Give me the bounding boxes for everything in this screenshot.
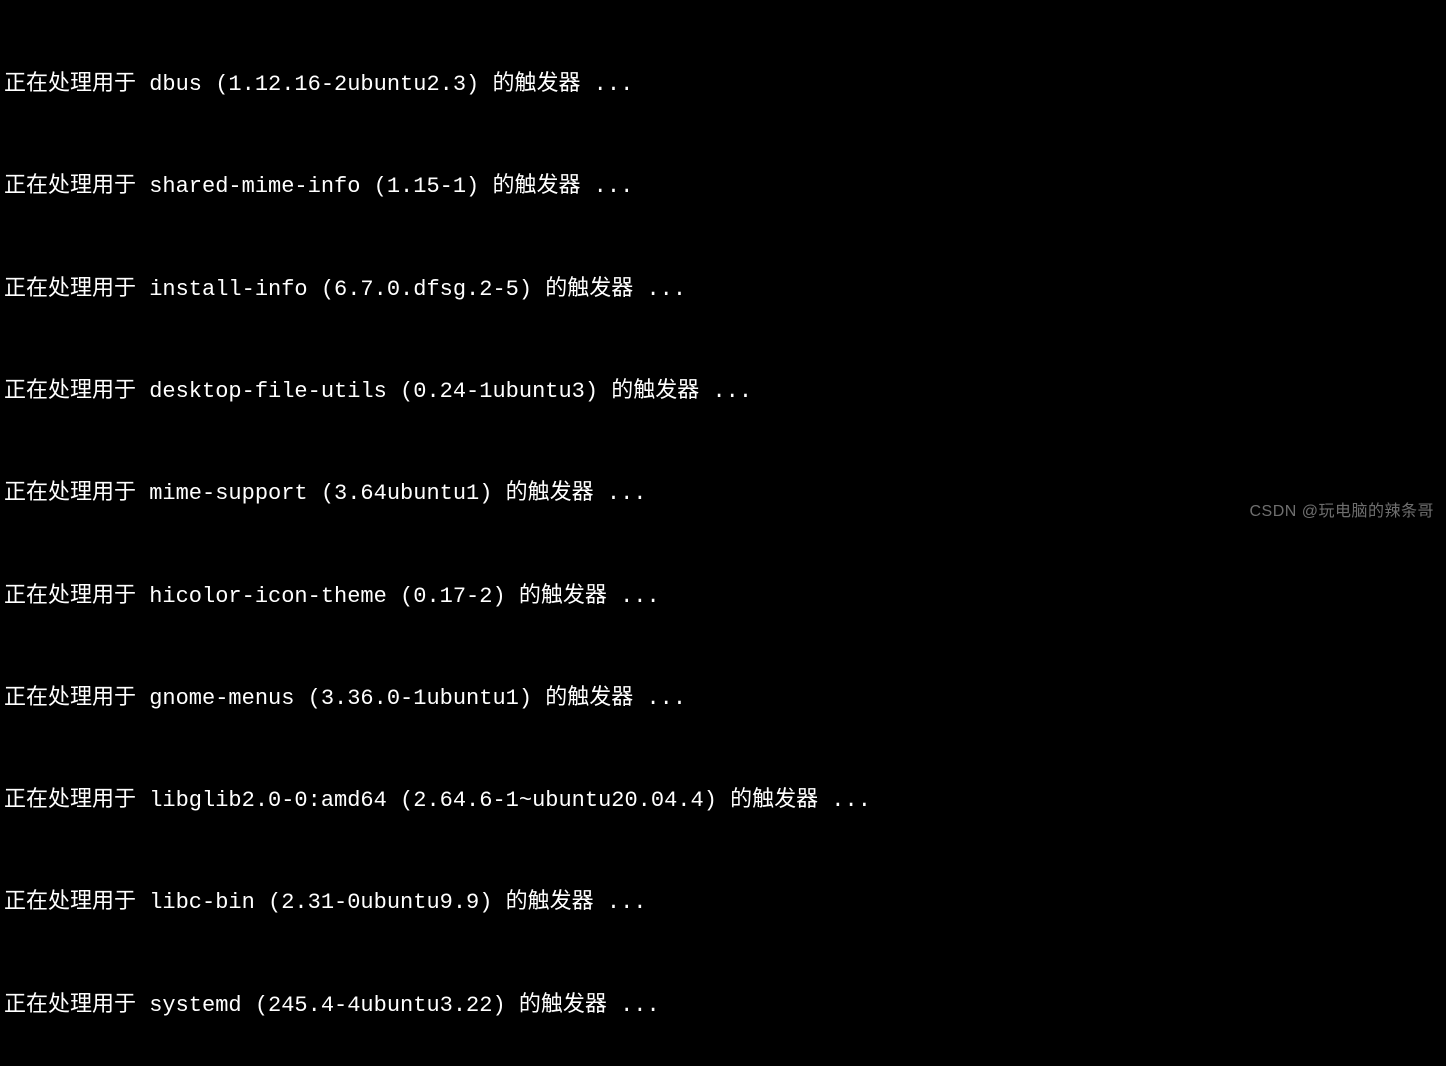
terminal-line: 正在处理用于 libglib2.0-0:amd64 (2.64.6-1~ubun… [4, 784, 1442, 818]
terminal-line: 正在处理用于 gnome-menus (3.36.0-1ubuntu1) 的触发… [4, 682, 1442, 716]
terminal-line: 正在处理用于 mime-support (3.64ubuntu1) 的触发器 .… [4, 477, 1442, 511]
terminal-line: 正在处理用于 hicolor-icon-theme (0.17-2) 的触发器 … [4, 580, 1442, 614]
watermark-text: CSDN @玩电脑的辣条哥 [1249, 500, 1434, 525]
terminal-line: 正在处理用于 systemd (245.4-4ubuntu3.22) 的触发器 … [4, 989, 1442, 1023]
terminal-line: 正在处理用于 desktop-file-utils (0.24-1ubuntu3… [4, 375, 1442, 409]
terminal-line: 正在处理用于 shared-mime-info (1.15-1) 的触发器 ..… [4, 170, 1442, 204]
terminal-line: 正在处理用于 dbus (1.12.16-2ubuntu2.3) 的触发器 ..… [4, 68, 1442, 102]
terminal-output[interactable]: 正在处理用于 dbus (1.12.16-2ubuntu2.3) 的触发器 ..… [4, 0, 1442, 1066]
terminal-line: 正在处理用于 libc-bin (2.31-0ubuntu9.9) 的触发器 .… [4, 886, 1442, 920]
terminal-line: 正在处理用于 install-info (6.7.0.dfsg.2-5) 的触发… [4, 273, 1442, 307]
